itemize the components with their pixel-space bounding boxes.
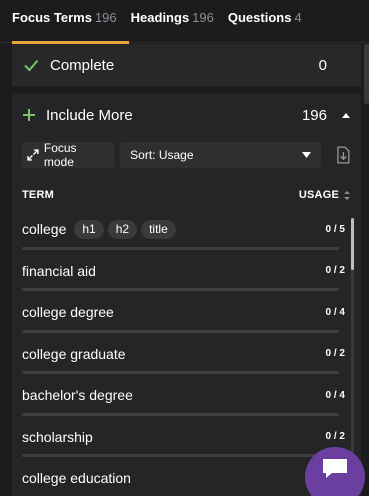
page-scrollbar[interactable] <box>364 44 369 104</box>
expand-icon <box>27 149 39 161</box>
complete-label: Complete <box>50 56 115 74</box>
include-more-count: 196 <box>301 106 327 124</box>
term-row[interactable]: scholarship 0 / 2 <box>12 419 361 461</box>
usage-bar <box>22 454 339 457</box>
usage-bar <box>22 329 339 333</box>
tab-questions[interactable]: Questions 4 <box>228 10 302 43</box>
term-text: college graduate <box>22 345 126 362</box>
term-text: college degree <box>22 304 114 320</box>
term-row[interactable]: college h1 h2 title 0 / 5 <box>12 211 361 253</box>
complete-section-header[interactable]: Complete 0 <box>12 44 361 86</box>
term-tags: h1 h2 title <box>74 219 176 239</box>
plus-icon <box>23 109 35 121</box>
tag-h1: h1 <box>74 219 104 239</box>
include-more-panel: Include More 196 Focus mode Sort: Usage … <box>12 94 361 496</box>
tag-h2: h2 <box>107 219 138 239</box>
usage-bar <box>22 371 339 374</box>
tag-title: title <box>141 219 176 239</box>
complete-count: 0 <box>318 56 327 74</box>
download-icon[interactable] <box>335 146 351 164</box>
tab-label: Headings <box>130 10 190 25</box>
term-text: college <box>22 221 67 237</box>
term-controls: Focus mode Sort: Usage <box>12 136 361 169</box>
usage-bar <box>22 246 339 250</box>
term-row[interactable]: college graduate 0 / 2 <box>12 336 361 378</box>
usage-bar <box>22 412 339 416</box>
term-text: financial aid <box>22 262 96 279</box>
dropdown-icon <box>302 152 312 158</box>
include-more-label: Include More <box>46 106 133 124</box>
term-usage: 0 / 4 <box>325 306 345 318</box>
term-row[interactable]: financial aid 0 / 2 <box>12 253 361 295</box>
term-usage: 0 / 5 <box>325 223 345 235</box>
focus-mode-button[interactable]: Focus mode <box>22 141 115 169</box>
tab-count: 4 <box>294 10 302 25</box>
tab-count: 196 <box>94 10 117 25</box>
term-usage: 0 / 2 <box>325 431 345 442</box>
scrollbar-thumb[interactable] <box>351 218 354 270</box>
term-text: scholarship <box>22 428 93 445</box>
term-row[interactable]: college degree 0 / 4 <box>12 294 361 336</box>
sort-select-value: Sort: Usage <box>130 148 194 162</box>
check-icon <box>24 59 39 72</box>
tab-focus-terms[interactable]: Focus Terms 196 <box>12 10 129 44</box>
terms-table-header: TERM USAGE <box>12 185 361 205</box>
tab-label: Questions <box>227 10 292 25</box>
caret-up-icon[interactable] <box>341 111 351 119</box>
include-more-header[interactable]: Include More 196 <box>12 94 361 136</box>
chat-icon <box>323 459 347 478</box>
tab-label: Focus Terms <box>12 10 92 25</box>
focus-mode-label: Focus mode <box>43 141 77 169</box>
usage-column-header[interactable]: USAGE <box>299 189 339 201</box>
term-text: college education <box>22 470 131 486</box>
sort-icon[interactable] <box>343 190 351 201</box>
usage-bar <box>22 288 339 291</box>
term-usage: 0 / 4 <box>325 389 345 401</box>
term-column-header: TERM <box>22 189 54 201</box>
terms-list: college h1 h2 title 0 / 5 financial aid … <box>12 211 361 496</box>
term-usage: 0 / 2 <box>325 265 345 276</box>
sort-select[interactable]: Sort: Usage <box>120 142 322 168</box>
tab-headings[interactable]: Headings 196 <box>131 10 214 43</box>
term-row[interactable]: bachelor's degree 0 / 4 <box>12 377 361 419</box>
tab-count: 196 <box>192 10 214 25</box>
tab-bar: Focus Terms 196 Headings 196 Questions 4 <box>0 0 369 44</box>
term-text: bachelor's degree <box>22 387 133 403</box>
term-usage: 0 / 2 <box>325 348 345 359</box>
